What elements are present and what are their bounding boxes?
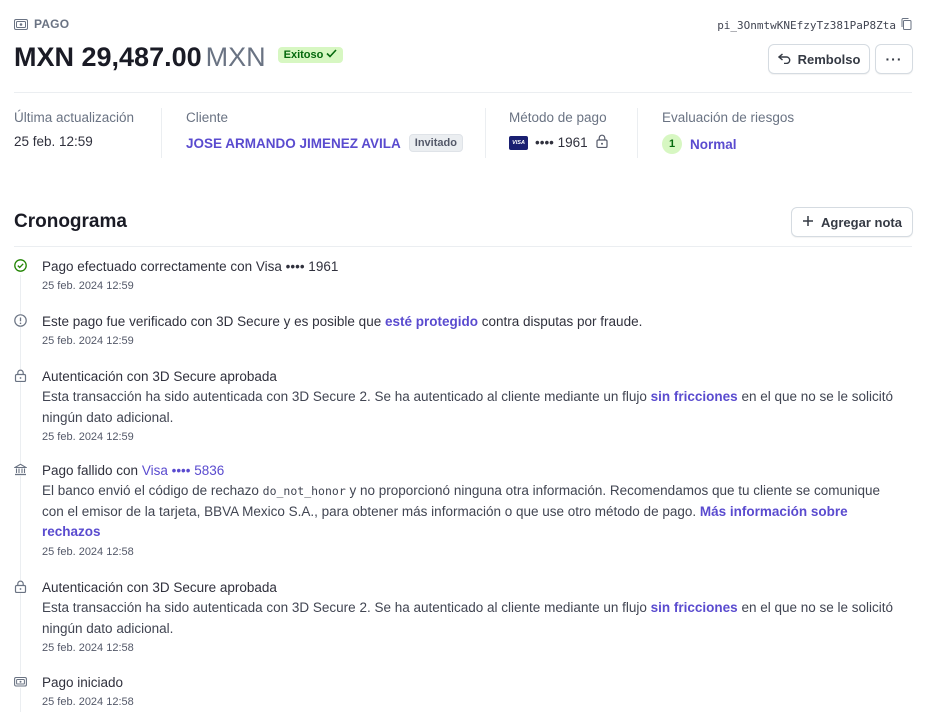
event-title-text: contra disputas por fraude. <box>477 314 643 329</box>
event-timestamp: 25 feb. 2024 12:58 <box>42 696 134 708</box>
summary-payment-method: Método de pago VISA •••• 1961 <box>509 110 608 158</box>
event-description-text: El banco envió el código de rechazo <box>42 483 263 498</box>
timeline-event: Pago iniciado 25 feb. 2024 12:58 <box>14 673 904 708</box>
risk-score-badge: 1 <box>662 134 682 154</box>
customer-label: Cliente <box>186 110 229 125</box>
risk-value: 1 Normal <box>662 134 794 154</box>
timeline-event: Pago efectuado correctamente con Visa ••… <box>14 257 904 292</box>
refund-button-label: Rembolso <box>797 51 861 67</box>
status-badge-text: Exitoso <box>283 48 324 61</box>
event-title: Autenticación con 3D Secure aprobada <box>42 369 277 384</box>
timeline-event: Pago fallido con Visa •••• 5836 El banco… <box>14 461 904 558</box>
check-circle-icon <box>14 259 27 272</box>
protected-link[interactable]: esté protegido <box>385 314 478 329</box>
payment-method-label: Método de pago <box>509 110 607 125</box>
event-description-text: Esta transacción ha sido autenticada con… <box>42 600 651 615</box>
timeline-divider <box>14 246 912 247</box>
event-title-text: Este pago fue verificado con 3D Secure y… <box>42 314 385 329</box>
payment-method-value: VISA •••• 1961 <box>509 134 608 151</box>
card-last4: •••• 1961 <box>535 135 588 150</box>
event-title-text: Pago fallido con <box>42 463 142 478</box>
add-note-button[interactable]: Agregar nota <box>791 207 913 237</box>
event-title: Pago efectuado correctamente con Visa ••… <box>42 259 339 274</box>
summary-separator <box>485 108 486 158</box>
section-label: PAGO <box>14 17 69 31</box>
payment-currency: MXN <box>205 42 266 72</box>
timeline-title: Cronograma <box>14 211 127 232</box>
card-link[interactable]: Visa •••• 5836 <box>142 463 224 478</box>
event-description: Esta transacción ha sido autenticada con… <box>42 598 904 639</box>
more-options-button[interactable]: ··· <box>875 44 913 74</box>
frictionless-link[interactable]: sin fricciones <box>651 389 738 404</box>
risk-level-link[interactable]: Normal <box>690 137 737 152</box>
amount-row: MXN 29,487.00 MXN Exitoso <box>14 42 344 73</box>
lock-icon <box>596 134 608 151</box>
summary-separator <box>637 108 638 158</box>
status-badge: Exitoso <box>277 46 344 63</box>
last-update-label: Última actualización <box>14 110 135 125</box>
add-note-label: Agregar nota <box>821 214 902 230</box>
lock-icon <box>14 369 27 382</box>
payment-id-text: pi_3OnmtwKNEfzyTz381PaP8Zta <box>717 19 896 32</box>
refund-button[interactable]: Rembolso <box>768 44 870 74</box>
info-circle-icon <box>14 314 27 327</box>
timeline-event: Este pago fue verificado con 3D Secure y… <box>14 312 904 347</box>
event-description: El banco envió el código de rechazo do_n… <box>42 481 904 543</box>
customer-value: JOSE ARMANDO JIMENEZ AVILA Invitado <box>186 134 463 152</box>
check-icon <box>326 48 337 61</box>
timeline-event: Autenticación con 3D Secure aprobada Est… <box>14 578 904 654</box>
payment-id[interactable]: pi_3OnmtwKNEfzyTz381PaP8Zta <box>717 18 912 33</box>
event-description: Esta transacción ha sido autenticada con… <box>42 387 904 428</box>
summary-risk: Evaluación de riesgos 1 Normal <box>662 110 794 158</box>
event-title: Pago fallido con Visa •••• 5836 <box>42 461 904 481</box>
last-update-value: 25 feb. 12:59 <box>14 134 93 149</box>
event-timestamp: 25 feb. 2024 12:58 <box>42 545 134 558</box>
plus-icon <box>802 215 814 230</box>
event-title: Autenticación con 3D Secure aprobada <box>42 580 277 595</box>
undo-arrow-icon <box>777 52 791 67</box>
event-title: Este pago fue verificado con 3D Secure y… <box>42 312 904 332</box>
guest-badge: Invitado <box>408 134 463 152</box>
header-top: PAGO pi_3OnmtwKNEfzyTz381PaP8Zta <box>14 17 912 35</box>
event-timestamp: 25 feb. 2024 12:59 <box>42 335 134 347</box>
summary-separator <box>161 108 162 158</box>
event-timestamp: 25 feb. 2024 12:59 <box>42 280 134 292</box>
bank-icon <box>14 463 27 476</box>
visa-card-icon: VISA <box>509 135 528 150</box>
header-divider <box>14 92 912 93</box>
lock-icon <box>14 580 27 593</box>
summary-customer: Cliente JOSE ARMANDO JIMENEZ AVILA Invit… <box>186 110 463 158</box>
event-description-text: Esta transacción ha sido autenticada con… <box>42 389 651 404</box>
copy-icon[interactable] <box>901 18 912 33</box>
payment-amount: MXN 29,487.00 <box>14 42 202 72</box>
section-label-text: PAGO <box>34 17 70 31</box>
decline-code: do_not_honor <box>262 484 346 498</box>
timeline-event: Autenticación con 3D Secure aprobada Est… <box>14 367 904 443</box>
frictionless-link[interactable]: sin fricciones <box>651 600 738 615</box>
event-timestamp: 25 feb. 2024 12:59 <box>42 431 134 443</box>
payment-icon <box>14 675 27 688</box>
more-icon: ··· <box>885 51 903 67</box>
customer-link[interactable]: JOSE ARMANDO JIMENEZ AVILA <box>186 136 401 151</box>
risk-label: Evaluación de riesgos <box>662 110 795 125</box>
event-timestamp: 25 feb. 2024 12:58 <box>42 642 134 654</box>
summary-last-update: Última actualización 25 feb. 12:59 <box>14 110 134 158</box>
payment-icon <box>14 18 28 30</box>
event-title: Pago iniciado <box>42 675 124 690</box>
